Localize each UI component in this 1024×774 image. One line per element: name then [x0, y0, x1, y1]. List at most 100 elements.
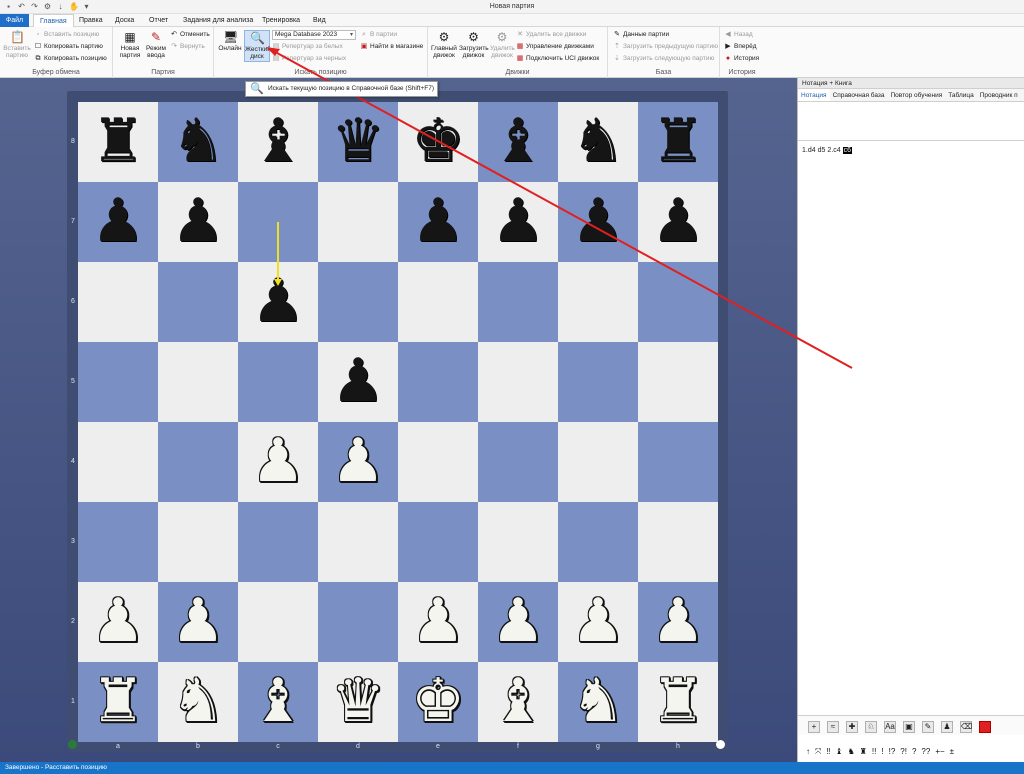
panel-tab[interactable]: Справочная база — [830, 89, 888, 101]
square-f2[interactable]: ♟ — [478, 582, 558, 662]
forward-button[interactable]: ▶ Вперёд — [724, 42, 756, 51]
square-g7[interactable]: ♟ — [558, 182, 638, 262]
square-b5[interactable] — [158, 342, 238, 422]
white-pawn-icon[interactable]: ♟ — [638, 582, 718, 662]
square-g8[interactable]: ♞ — [558, 102, 638, 182]
copy-position-button[interactable]: ⧉ Копировать позицию — [34, 54, 107, 63]
square-g5[interactable] — [558, 342, 638, 422]
square-c1[interactable]: ♝ — [238, 662, 318, 742]
new-game-button[interactable]: ▦ Новая партия — [118, 30, 142, 59]
annotation-symbol-button[interactable]: ! — [881, 742, 883, 762]
white-knight-icon[interactable]: ♞ — [158, 662, 238, 742]
white-queen-icon[interactable]: ♛ — [318, 662, 398, 742]
square-b1[interactable]: ♞ — [158, 662, 238, 742]
remove-all-engines-button[interactable]: ✕ Удалить все движки — [516, 30, 586, 39]
square-d4[interactable]: ♟ — [318, 422, 398, 502]
square-a2[interactable]: ♟ — [78, 582, 158, 662]
square-e1[interactable]: ♚ — [398, 662, 478, 742]
black-bishop-icon[interactable]: ♝ — [478, 102, 558, 182]
square-c5[interactable] — [238, 342, 318, 422]
square-d6[interactable] — [318, 262, 398, 342]
black-pawn-icon[interactable]: ♟ — [558, 182, 638, 262]
repertoire-black-button[interactable]: ▤ Репертуар за черных — [272, 54, 346, 63]
tab-training[interactable]: Тренировка — [256, 14, 306, 27]
square-b8[interactable]: ♞ — [158, 102, 238, 182]
square-f8[interactable]: ♝ — [478, 102, 558, 182]
move-token[interactable]: 2.c4 — [827, 147, 840, 154]
paste-position-button[interactable]: ▫ Вставить позицию — [34, 30, 100, 39]
black-knight-icon[interactable]: ♞ — [558, 102, 638, 182]
diagram-icon[interactable]: ▣ — [903, 721, 915, 733]
white-rook-icon[interactable]: ♜ — [78, 662, 158, 742]
annotation-symbol-button[interactable]: ? — [912, 742, 916, 762]
tab-view[interactable]: Вид — [307, 14, 332, 27]
repertoire-white-button[interactable]: ▤ Репертуар за белых — [272, 42, 343, 51]
square-h5[interactable] — [638, 342, 718, 422]
white-king-icon[interactable]: ♚ — [398, 662, 478, 742]
square-d3[interactable] — [318, 502, 398, 582]
panel-tab[interactable]: Проводник п — [977, 89, 1021, 101]
square-d2[interactable] — [318, 582, 398, 662]
database-select[interactable]: Mega Database 2023 ▾ — [272, 30, 356, 40]
annotation-symbol-button[interactable]: ⤧ — [815, 742, 821, 762]
paste-game-button[interactable]: 📋 Вставить партию — [3, 30, 31, 59]
panel-tab[interactable]: Нотация — [798, 89, 830, 101]
square-d8[interactable]: ♛ — [318, 102, 398, 182]
black-rook-icon[interactable]: ♜ — [78, 102, 158, 182]
square-a8[interactable]: ♜ — [78, 102, 158, 182]
square-b4[interactable] — [158, 422, 238, 502]
panel-tab[interactable]: Повтор обучения — [888, 89, 946, 101]
move-token[interactable]: d5 — [818, 147, 826, 154]
black-pawn-icon[interactable]: ♟ — [238, 262, 318, 342]
panel-tab[interactable]: Таблица — [945, 89, 977, 101]
manage-engines-button[interactable]: ▦ Управление движками — [516, 42, 594, 51]
square-e6[interactable] — [398, 262, 478, 342]
square-d1[interactable]: ♛ — [318, 662, 398, 742]
square-g6[interactable] — [558, 262, 638, 342]
hard-disk-button[interactable]: 🔍 Жесткий диск — [244, 30, 271, 62]
back-button[interactable]: ◀ Назад — [724, 30, 752, 39]
square-g2[interactable]: ♟ — [558, 582, 638, 662]
square-f6[interactable] — [478, 262, 558, 342]
white-pawn-icon[interactable]: ♟ — [478, 582, 558, 662]
plus-icon[interactable]: + — [808, 721, 820, 733]
move-notation[interactable]: 1.d4 d5 2.c4 c6 — [802, 146, 854, 155]
square-a5[interactable] — [78, 342, 158, 422]
move-token[interactable]: c6 — [842, 147, 853, 154]
square-a3[interactable] — [78, 502, 158, 582]
load-prev-game-button[interactable]: ⇡ Загрузить предыдущую партию — [613, 42, 718, 51]
square-f3[interactable] — [478, 502, 558, 582]
black-pawn-icon[interactable]: ♟ — [78, 182, 158, 262]
annotation-symbol-button[interactable]: ?? — [921, 742, 930, 762]
black-queen-icon[interactable]: ♛ — [318, 102, 398, 182]
square-f7[interactable]: ♟ — [478, 182, 558, 262]
square-g1[interactable]: ♞ — [558, 662, 638, 742]
tab-edit[interactable]: Правка — [73, 14, 109, 27]
move-token[interactable]: 1.d4 — [802, 147, 816, 154]
variation-icon[interactable]: ≈ — [827, 721, 839, 733]
square-e7[interactable]: ♟ — [398, 182, 478, 262]
square-h6[interactable] — [638, 262, 718, 342]
online-button[interactable]: 🖥 Онлайн — [218, 30, 242, 52]
history-button[interactable]: ● История — [724, 54, 759, 63]
square-c4[interactable]: ♟ — [238, 422, 318, 502]
input-mode-button[interactable]: ✎ Режим ввода — [145, 30, 167, 59]
square-f1[interactable]: ♝ — [478, 662, 558, 742]
tab-report[interactable]: Отчет — [143, 14, 174, 27]
black-pawn-icon[interactable]: ♟ — [638, 182, 718, 262]
square-h4[interactable] — [638, 422, 718, 502]
white-pawn-icon[interactable]: ♟ — [398, 582, 478, 662]
white-rook-icon[interactable]: ♜ — [638, 662, 718, 742]
black-pawn-icon[interactable]: ♟ — [478, 182, 558, 262]
square-c3[interactable] — [238, 502, 318, 582]
main-engine-button[interactable]: ⚙ Главный движок — [431, 30, 457, 59]
eval-icon[interactable]: ♘ — [865, 721, 877, 733]
move-icon[interactable]: ✚ — [846, 721, 858, 733]
square-a7[interactable]: ♟ — [78, 182, 158, 262]
white-pawn-icon[interactable]: ♟ — [158, 582, 238, 662]
tab-file[interactable]: Файл — [0, 14, 29, 27]
square-a6[interactable] — [78, 262, 158, 342]
black-king-icon[interactable]: ♚ — [398, 102, 478, 182]
white-bishop-icon[interactable]: ♝ — [238, 662, 318, 742]
annotation-symbol-button[interactable]: ± — [950, 742, 954, 762]
